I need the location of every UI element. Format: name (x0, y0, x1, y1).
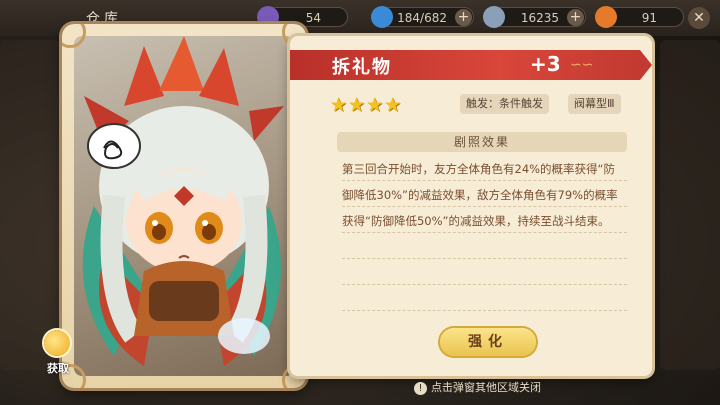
resource-coins: 16235 + (483, 6, 586, 28)
star-icon: ★ (348, 94, 366, 116)
resource-stamina: 184/682 + (371, 6, 474, 28)
stamina-bottle-icon (371, 6, 393, 28)
close-hint-text: 点击弹窗其他区域关闭 (431, 381, 541, 394)
ruled-line (342, 258, 627, 259)
star-icon: ★ (384, 94, 402, 116)
type-tag: 阀幕型Ⅲ (568, 94, 621, 114)
carrot-icon (595, 6, 617, 28)
item-level: +3 (530, 52, 561, 76)
obtain-button-label: 获取 (47, 362, 69, 375)
star-icon: ★ (330, 94, 348, 116)
item-header: 拆礼物 +3 ∽∽ (290, 50, 652, 80)
coin-icon (483, 6, 505, 28)
resource-coins-value: 16235 (520, 11, 559, 25)
close-button[interactable]: ✕ (688, 7, 710, 29)
effect-section: 剧照效果 第三回合开始时，友方全体角色有24%的概率获得“防御降低30%”的减益… (337, 132, 627, 311)
star-icon: ★ (366, 94, 384, 116)
card-art (74, 36, 294, 376)
ruled-line (342, 310, 627, 311)
effect-description: 第三回合开始时，友方全体角色有24%的概率获得“防御降低30%”的减益效果，敌方… (342, 162, 618, 228)
resource-carrots: 91 (595, 6, 684, 28)
item-name: 拆礼物 (332, 57, 392, 78)
resource-carrots-value: 91 (641, 11, 657, 25)
chibi-character-illustration (82, 36, 284, 366)
add-coins-button[interactable]: + (567, 9, 584, 26)
item-card (62, 24, 306, 388)
add-stamina-button[interactable]: + (455, 9, 472, 26)
resource-stamina-value: 184/682 (397, 11, 447, 25)
magnifier-icon (44, 330, 70, 356)
info-icon: ! (414, 382, 427, 395)
swirl-ornament-icon: ∽∽ (570, 57, 594, 73)
close-hint: ! 点击弹窗其他区域关闭 (414, 379, 541, 395)
effect-title: 剧照效果 (337, 132, 627, 152)
trigger-tag: 触发：条件触发 (460, 94, 549, 114)
ruled-line (342, 284, 627, 285)
enhance-button[interactable]: 强化 (440, 328, 536, 356)
item-detail-panel: 拆礼物 +3 ∽∽ ★★★★ 触发：条件触发 阀幕型Ⅲ 剧照效果 第三回合开始时… (290, 36, 652, 376)
star-rating: ★★★★ (330, 94, 402, 116)
resource-gems-value: 54 (305, 11, 321, 25)
obtain-button[interactable]: 获取 (40, 330, 76, 378)
